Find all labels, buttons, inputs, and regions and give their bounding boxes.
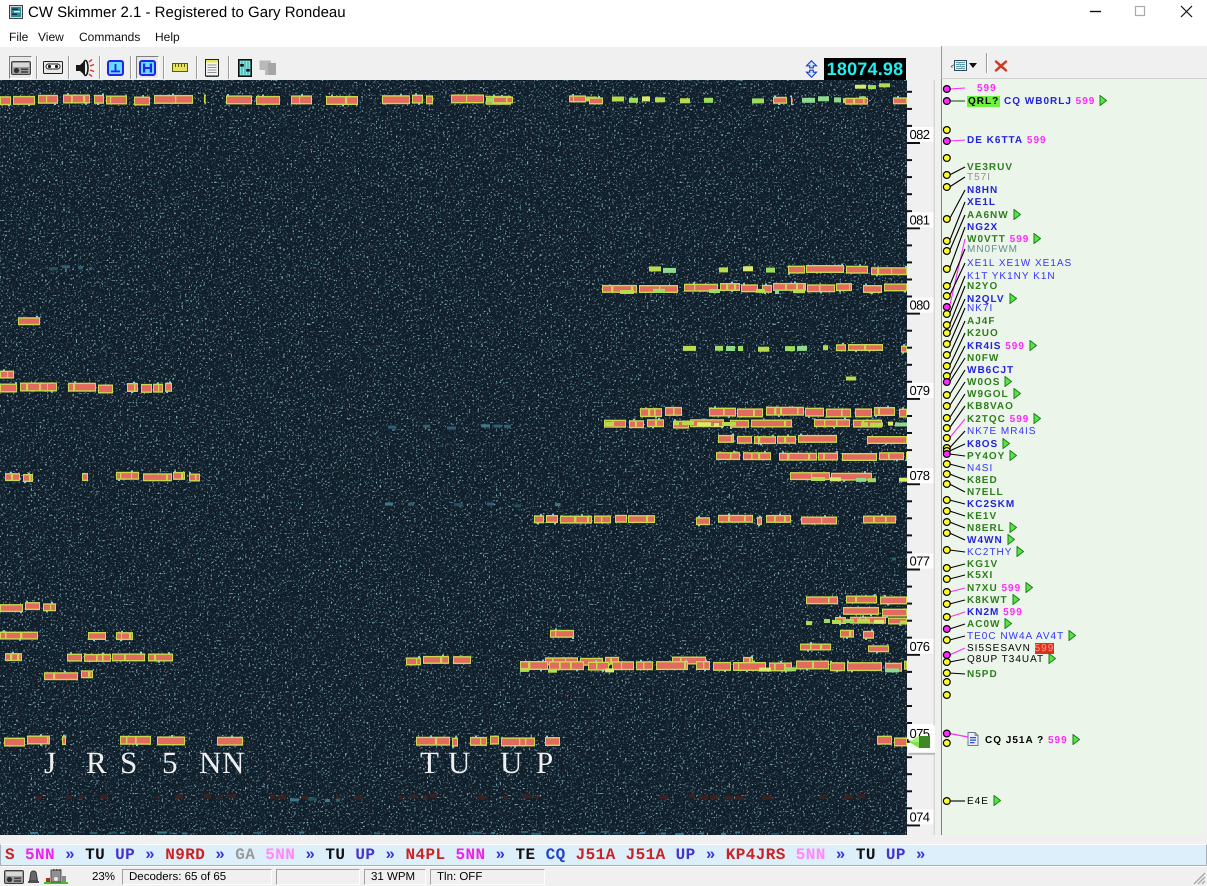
svg-text:081: 081 — [910, 212, 930, 227]
svg-text:R: R — [86, 745, 107, 780]
svg-text:080: 080 — [910, 298, 930, 313]
svg-text:T: T — [420, 745, 439, 780]
svg-text:5: 5 — [162, 745, 178, 780]
svg-text:078: 078 — [910, 468, 930, 483]
svg-text:082: 082 — [910, 127, 930, 142]
svg-text:074: 074 — [910, 809, 930, 824]
svg-text:077: 077 — [910, 554, 930, 569]
svg-text:U: U — [448, 745, 470, 780]
svg-text:N: N — [222, 745, 244, 780]
svg-text:U: U — [500, 745, 522, 780]
svg-text:S: S — [120, 745, 137, 780]
svg-text:076: 076 — [910, 639, 930, 654]
svg-text:N: N — [199, 745, 221, 780]
svg-text:079: 079 — [910, 383, 930, 398]
svg-text:J: J — [44, 745, 56, 780]
svg-text:P: P — [536, 745, 553, 780]
